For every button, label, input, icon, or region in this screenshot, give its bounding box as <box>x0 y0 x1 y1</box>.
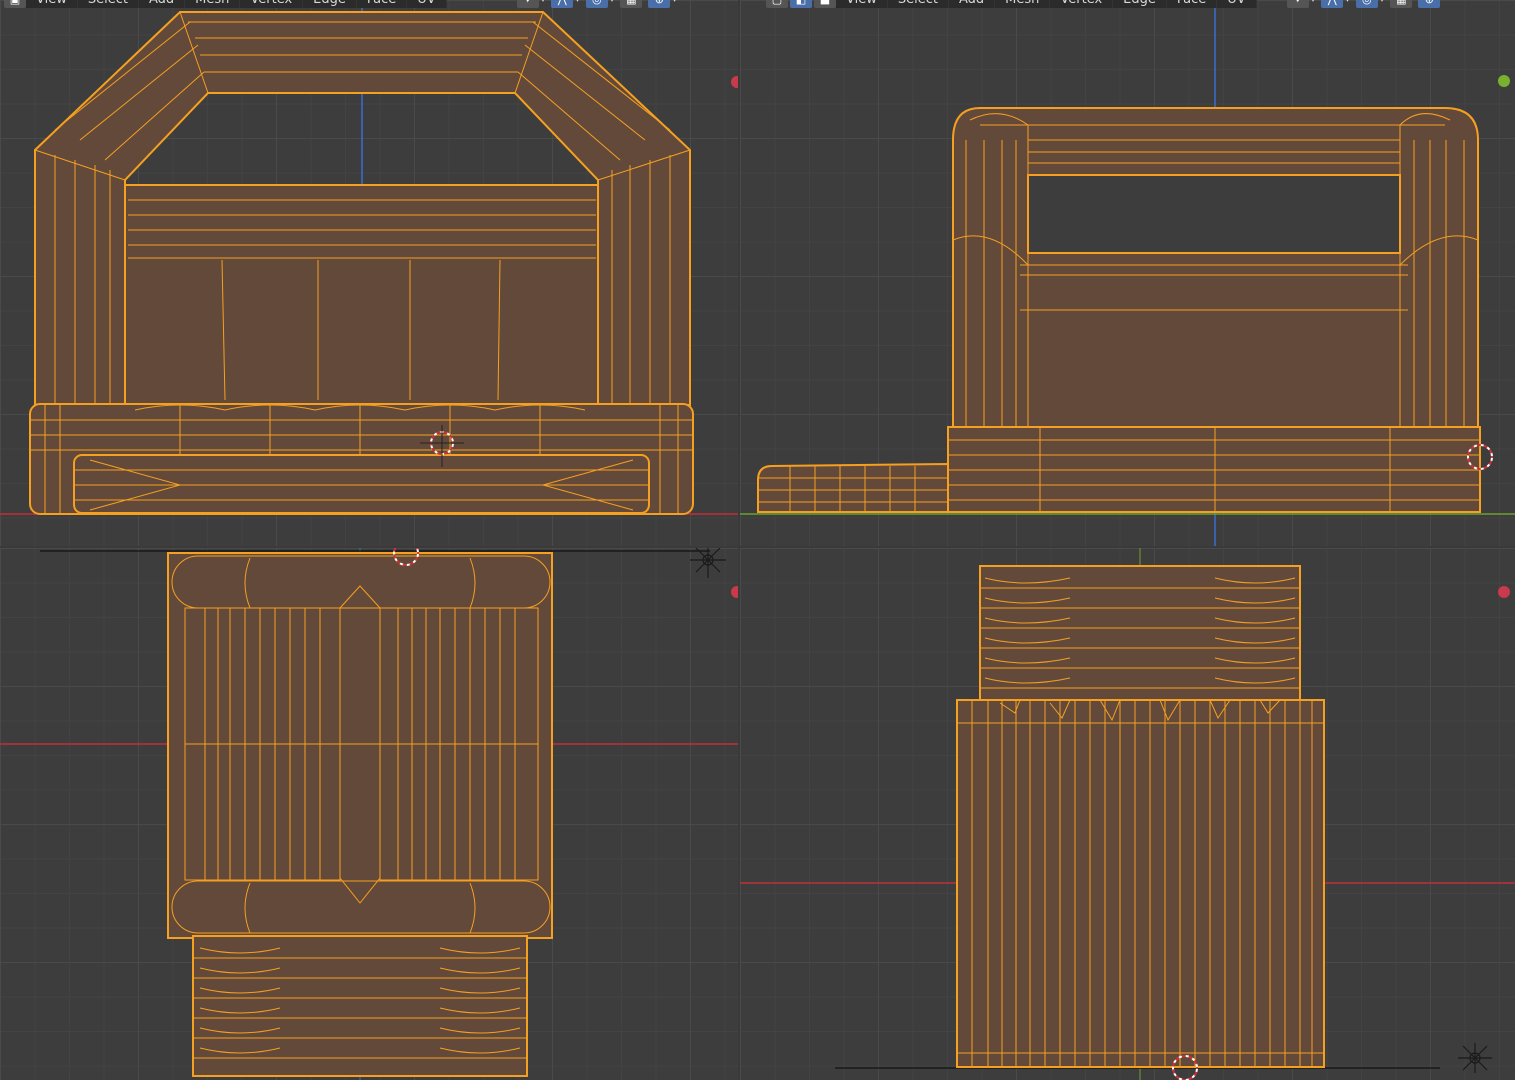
overlay-icon-2[interactable]: ⊕ <box>1418 0 1441 8</box>
gizmo-y-dot[interactable] <box>1498 75 1510 87</box>
right-view-mesh <box>740 548 1515 1080</box>
menu-view-2[interactable]: View <box>836 0 888 8</box>
menu-vertex[interactable]: Vertex <box>240 0 304 8</box>
viewport-right[interactable] <box>740 548 1515 1080</box>
select-face-icon[interactable]: ■ <box>814 0 836 8</box>
menu-view[interactable]: View <box>26 0 78 8</box>
transform-pivot-icon-2[interactable]: ✦ <box>1286 0 1309 8</box>
menu-mesh[interactable]: Mesh <box>185 0 241 8</box>
select-box-icon[interactable]: ▢ <box>766 0 788 8</box>
viewport-side[interactable]: ▢ ◧ ■ View Select Add Mesh Vertex Edge F… <box>740 0 1515 546</box>
light-icon <box>690 548 726 578</box>
menu-face-2[interactable]: Face <box>1166 0 1218 8</box>
editor-type-icon[interactable]: ▣ <box>4 0 26 8</box>
select-mode-icon[interactable]: ◧ <box>790 0 812 8</box>
menu-edge[interactable]: Edge <box>303 0 357 8</box>
gizmo-x-dot-2[interactable] <box>731 586 738 598</box>
menu-vertex-2[interactable]: Vertex <box>1050 0 1114 8</box>
viewport-header-right: ▢ ◧ ■ View Select Add Mesh Vertex Edge F… <box>740 0 1441 8</box>
xray-icon[interactable]: ▦ <box>620 0 643 8</box>
viewport-front[interactable]: ▣ View Select Add Mesh Vertex Edge Face … <box>0 0 738 546</box>
gizmo-x-dot-3[interactable] <box>1498 586 1510 598</box>
menu-uv-2[interactable]: UV <box>1217 0 1257 8</box>
gizmo-x-dot[interactable] <box>731 76 738 88</box>
menu-add[interactable]: Add <box>138 0 186 8</box>
menu-mesh-2[interactable]: Mesh <box>995 0 1051 8</box>
side-view-mesh <box>740 0 1515 546</box>
proportional-icon[interactable]: ◎ <box>585 0 608 8</box>
viewport-header: ▣ View Select Add Mesh Vertex Edge Face … <box>0 0 677 8</box>
xray-icon-2[interactable]: ▦ <box>1390 0 1413 8</box>
menu-edge-2[interactable]: Edge <box>1113 0 1167 8</box>
menu-select-2[interactable]: Select <box>887 0 949 8</box>
menu-select[interactable]: Select <box>77 0 139 8</box>
snap-icon[interactable]: ⋀ <box>551 0 574 8</box>
menu-face[interactable]: Face <box>356 0 408 8</box>
proportional-icon-2[interactable]: ◎ <box>1355 0 1378 8</box>
overlay-icon[interactable]: ⊕ <box>648 0 671 8</box>
light-icon-2 <box>1458 1043 1492 1073</box>
menu-uv[interactable]: UV <box>407 0 447 8</box>
menu-add-2[interactable]: Add <box>948 0 996 8</box>
transform-pivot-icon[interactable]: ✦ <box>516 0 539 8</box>
snap-icon-2[interactable]: ⋀ <box>1321 0 1344 8</box>
top-view-mesh <box>0 548 738 1080</box>
front-view-mesh <box>0 0 738 515</box>
viewport-top[interactable]: Orthographicpfburgimeters <box>0 548 738 1080</box>
